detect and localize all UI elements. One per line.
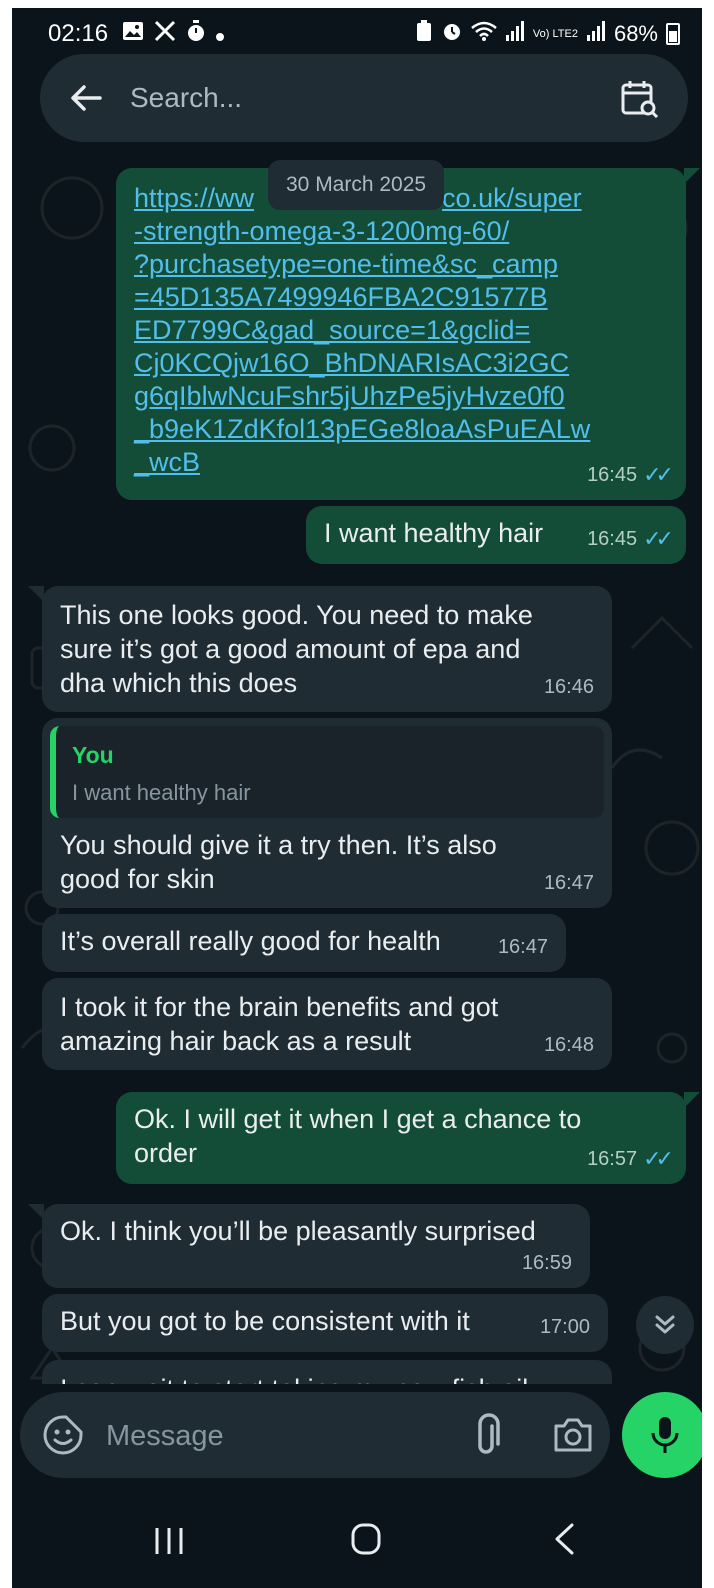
- bubble-tail: [28, 1204, 44, 1220]
- message-time: 17:00: [539, 1316, 590, 1338]
- message-incoming[interactable]: It’s overall really good for health 16:4…: [42, 914, 566, 972]
- message-time: 16:45: [587, 464, 638, 486]
- link-line[interactable]: ?purchasetype=one-time&sc_camp: [134, 248, 674, 281]
- battery-icon: [666, 23, 680, 45]
- message-time: 16:59: [521, 1252, 572, 1274]
- message-outgoing[interactable]: I want healthy hair 16:45 ✓✓: [306, 506, 686, 564]
- status-system-icons: Vo) LTE2 68%: [415, 20, 680, 48]
- status-time: 02:16: [48, 20, 109, 47]
- message-meta: 16:59: [522, 1246, 572, 1280]
- message-input[interactable]: [106, 1414, 446, 1458]
- message-meta: 17:00: [540, 1310, 590, 1344]
- link-line-tail[interactable]: co.uk/super: [442, 183, 582, 213]
- sticker-icon[interactable]: [42, 1414, 84, 1456]
- message-link-text[interactable]: https://ww co.uk/super -strength-omega-3-…: [134, 182, 674, 479]
- gallery-notification-icon: [122, 21, 144, 47]
- back-arrow-icon[interactable]: [68, 80, 104, 116]
- message-outgoing[interactable]: Ok. I will get it when I get a chance to…: [116, 1092, 686, 1184]
- link-line[interactable]: ED7799C&gad_source=1&gclid=: [134, 314, 674, 347]
- message-text: You should give it a try then. It’s also…: [60, 830, 497, 894]
- timer-notification-icon: [186, 20, 206, 48]
- read-receipt-icon: ✓✓: [643, 462, 674, 487]
- link-line[interactable]: g6qIblwNcuFshr5jUhzPe5jyHvze0f0: [134, 380, 674, 413]
- message-text: Ok. I think you’ll be pleasantly surpris…: [60, 1216, 536, 1246]
- message-meta: 16:57 ✓✓: [587, 1142, 674, 1176]
- message-text: I want healthy hair: [324, 518, 544, 548]
- message-outgoing-link[interactable]: https://ww co.uk/super -strength-omega-3-…: [116, 168, 686, 500]
- back-chevron-icon[interactable]: [552, 1522, 576, 1556]
- scroll-to-bottom-button[interactable]: [636, 1296, 694, 1354]
- signal-icon: [505, 21, 525, 47]
- message-incoming[interactable]: I took it for the brain benefits and got…: [42, 978, 612, 1070]
- message-text: It’s overall really good for health: [60, 926, 441, 956]
- message-meta: 16:45 ✓✓: [587, 458, 674, 492]
- link-line-start[interactable]: https://ww: [134, 183, 254, 213]
- quoted-message[interactable]: You I want healthy hair: [50, 726, 604, 818]
- home-icon[interactable]: [350, 1522, 382, 1556]
- status-bar: 02:16 Vo) LTE2 68%: [12, 8, 702, 60]
- search-bar: [40, 54, 688, 142]
- message-meta: 16:48: [544, 1028, 594, 1062]
- quoted-text: I want healthy hair: [72, 780, 251, 805]
- network-label: Vo) LTE2: [532, 27, 578, 40]
- calendar-search-icon[interactable]: [620, 78, 660, 118]
- alarm-icon: [441, 20, 463, 48]
- message-incoming[interactable]: This one looks good. You need to make su…: [42, 586, 612, 712]
- camera-icon[interactable]: [552, 1414, 594, 1456]
- message-composer: [20, 1392, 610, 1478]
- message-meta: 16:45 ✓✓: [587, 522, 674, 556]
- double-chevron-down-icon: [655, 1315, 675, 1334]
- x-notification-icon: [154, 20, 176, 48]
- message-text: Ok. I will get it when I get a chance to…: [134, 1104, 582, 1168]
- paperclip-icon[interactable]: [470, 1412, 510, 1458]
- signal-icon-2: [586, 21, 606, 47]
- message-time: 16:47: [543, 872, 594, 894]
- message-time: 16:48: [543, 1034, 594, 1056]
- bubble-tail: [684, 1092, 700, 1108]
- status-notification-icons: [122, 20, 224, 48]
- message-time: 16:45: [587, 528, 638, 550]
- link-line[interactable]: =45D135A7499946FBA2C91577B: [134, 281, 674, 314]
- wifi-icon: [471, 21, 497, 47]
- quoted-author: You: [72, 742, 114, 768]
- link-line[interactable]: _b9eK1ZdKfol13pEGe8loaAsPuEALw: [134, 413, 674, 446]
- message-meta: 16:47: [544, 866, 594, 900]
- message-meta: 16:46: [544, 670, 594, 704]
- link-line[interactable]: -strength-omega-3-1200mg-60/: [134, 215, 674, 248]
- message-incoming-reply[interactable]: You I want healthy hair You should give …: [42, 718, 612, 908]
- voice-record-button[interactable]: [622, 1392, 702, 1478]
- dot-indicator-icon: [216, 21, 224, 47]
- bubble-tail: [684, 168, 700, 184]
- message-meta: 16:47: [498, 930, 548, 964]
- message-incoming[interactable]: Ok. I think you’ll be pleasantly surpris…: [42, 1204, 590, 1288]
- bubble-tail: [28, 586, 44, 602]
- message-time: 16:46: [543, 676, 594, 698]
- link-line[interactable]: Cj0KCQjw16O_BhDNARIsAC3i2GC: [134, 347, 674, 380]
- read-receipt-icon: ✓✓: [643, 526, 674, 551]
- search-input[interactable]: [130, 76, 570, 120]
- date-chip: 30 March 2025: [268, 160, 445, 210]
- message-text: This one looks good. You need to make su…: [60, 600, 533, 698]
- battery-saver-icon: [415, 20, 433, 48]
- battery-percent: 68%: [613, 21, 658, 46]
- message-time: 16:47: [497, 936, 548, 958]
- recent-apps-icon[interactable]: [152, 1526, 186, 1556]
- microphone-icon: [651, 1417, 679, 1453]
- message-incoming[interactable]: But you got to be consistent with it 17:…: [42, 1294, 608, 1352]
- message-text: I took it for the brain benefits and got…: [60, 992, 499, 1056]
- phone-screen: 02:16 Vo) LTE2 68% Search... https://ww …: [12, 8, 702, 1588]
- message-text: But you got to be consistent with it: [60, 1306, 470, 1336]
- message-time: 16:57: [587, 1148, 638, 1170]
- read-receipt-icon: ✓✓: [643, 1146, 674, 1171]
- system-navigation-bar: [12, 1490, 702, 1588]
